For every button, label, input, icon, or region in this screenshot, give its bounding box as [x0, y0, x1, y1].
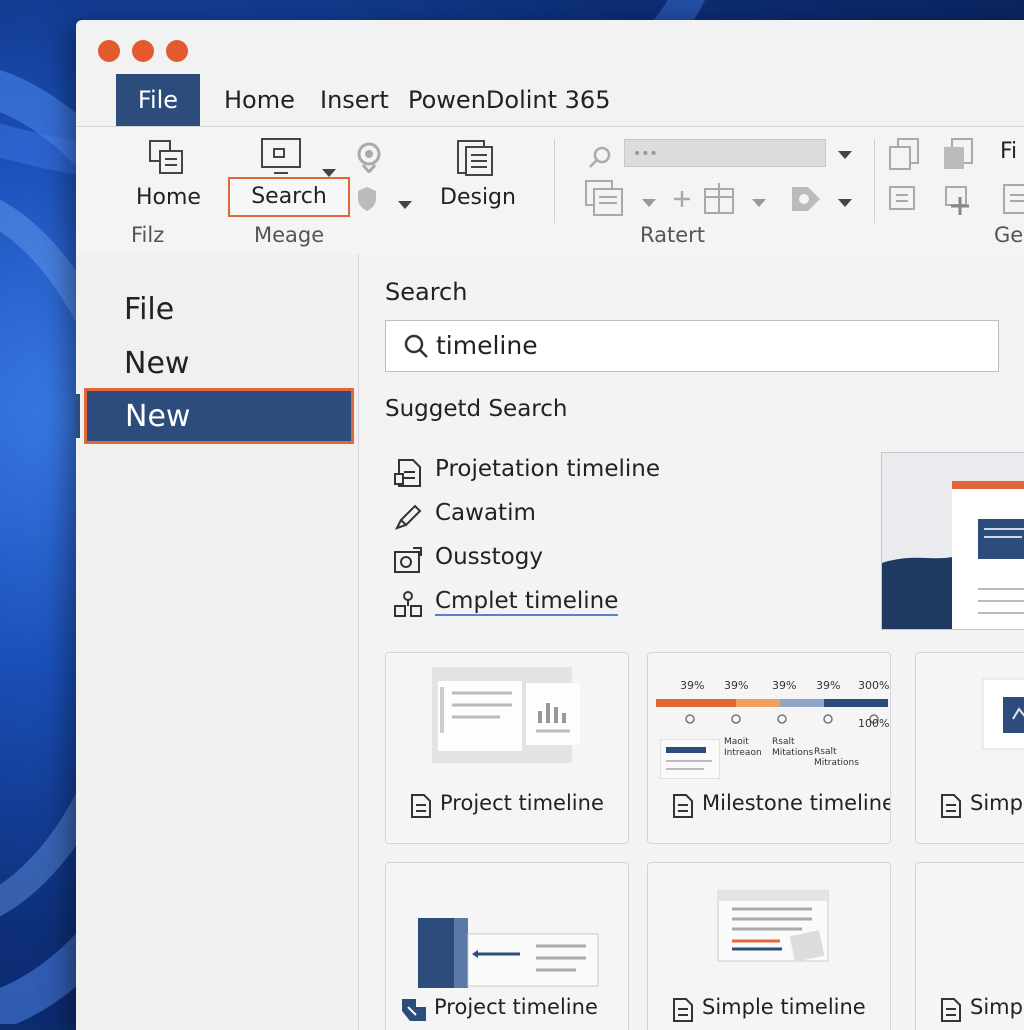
shape-icon[interactable]: [788, 181, 824, 217]
ribbon-group-label: Filz: [131, 223, 165, 247]
milestone-note: Rsalt Mitations: [772, 737, 814, 758]
milestone-percent: 39%: [772, 679, 797, 692]
ribbon-divider: [554, 139, 555, 223]
shield-icon[interactable]: [356, 185, 378, 213]
location-icon[interactable]: [354, 141, 384, 173]
pencil-icon: [395, 504, 422, 530]
ribbon-group-label: Ratert: [640, 223, 706, 247]
document-icon: [941, 794, 961, 818]
milestone-percent: 300%: [858, 679, 890, 692]
screen-icon[interactable]: [260, 137, 302, 177]
ribbon: Home Search Filz Meage Design ••• Ratert…: [76, 126, 1024, 256]
suggestion-label: Cmplet timeline: [435, 588, 619, 616]
magnifier-icon[interactable]: [588, 145, 614, 171]
nav-item-new-selected[interactable]: New: [84, 388, 354, 444]
milestone-percent: 100%: [858, 717, 890, 730]
app-title: PowenDolint 365: [408, 86, 611, 114]
suggestion-label: Ousstogy: [435, 544, 543, 570]
design-button[interactable]: Design: [440, 185, 516, 210]
nav-selected-label: New: [125, 399, 191, 434]
app-window: File Home Insert PowenDolint 365 Home Se…: [76, 20, 1024, 1030]
chevron-down-icon[interactable]: [838, 199, 852, 207]
chevron-down-icon[interactable]: [322, 169, 336, 177]
media-icon: [394, 547, 422, 573]
template-thumbnail: [418, 918, 599, 988]
add-slide-icon[interactable]: [942, 183, 976, 217]
suggestion-label: Projetation timeline: [435, 456, 660, 482]
ribbon-text-field[interactable]: •••: [624, 139, 826, 167]
copy-icon[interactable]: [888, 137, 922, 171]
document-icon: [394, 459, 421, 487]
template-card-label: Milestone timeline: [702, 791, 891, 815]
template-card[interactable]: Project timeline: [385, 652, 629, 844]
template-card[interactable]: 39% 39% 39% 39% 300% 100% Maoit Intreaon…: [647, 652, 891, 844]
minimize-window-button[interactable]: [132, 40, 154, 62]
preview-image: [882, 453, 1024, 629]
plus-icon[interactable]: [672, 189, 692, 209]
document-icon: [941, 998, 961, 1022]
design-icon[interactable]: [456, 139, 494, 177]
template-thumbnail: [982, 678, 1024, 750]
template-card-label: Simpl: [970, 995, 1024, 1019]
backstage-nav: File New New: [76, 254, 359, 1030]
template-thumbnail: [930, 877, 1024, 985]
menu-insert[interactable]: Insert: [320, 74, 389, 126]
nav-item-file[interactable]: File: [124, 292, 174, 327]
chevron-down-icon[interactable]: [838, 151, 852, 159]
template-card[interactable]: Project timeline: [385, 862, 629, 1030]
new-presentation-panel: Search timeline Suggetd Search Projetati…: [359, 254, 1024, 1030]
search-icon: [404, 334, 428, 358]
template-card-label: Project timeline: [440, 791, 604, 815]
milestone-note: Rsalt Mitrations: [814, 747, 859, 768]
document-icon: [673, 794, 693, 818]
suggested-searches-heading: Suggetd Search: [385, 396, 568, 422]
ribbon-partial-label[interactable]: Fi: [1000, 139, 1017, 164]
document-icon: [411, 794, 431, 818]
list-icon[interactable]: [1002, 183, 1024, 217]
template-card[interactable]: Simple timeline: [647, 862, 891, 1030]
template-search-input[interactable]: timeline: [385, 320, 999, 372]
title-bar: [76, 20, 1024, 74]
search-heading: Search: [385, 278, 468, 306]
milestone-percent: 39%: [816, 679, 841, 692]
nav-item-new[interactable]: New: [124, 346, 189, 381]
table-icon[interactable]: [702, 181, 736, 217]
template-thumbnail: [717, 890, 829, 962]
suggestion-label: Cawatim: [435, 500, 536, 526]
chevron-down-icon[interactable]: [642, 199, 656, 207]
template-preview[interactable]: [881, 452, 1024, 630]
milestone-note: Maoit Intreaon: [724, 737, 762, 758]
document-list-icon[interactable]: [584, 179, 624, 217]
template-card-label: Project timeline: [434, 995, 598, 1019]
paste-icon[interactable]: [942, 137, 976, 171]
maximize-window-button[interactable]: [166, 40, 188, 62]
home-files-icon[interactable]: [148, 139, 186, 175]
home-button[interactable]: Home: [136, 185, 201, 210]
template-thumbnail: [432, 667, 580, 763]
ribbon-group-label: Meage: [254, 223, 325, 247]
template-card-label: Simple: [970, 791, 1024, 815]
template-card[interactable]: Simple: [915, 652, 1024, 844]
search-input-value: timeline: [436, 331, 538, 360]
milestone-percent: 39%: [680, 679, 705, 692]
close-window-button[interactable]: [98, 40, 120, 62]
nav-selection-marker: [76, 394, 80, 438]
chevron-down-icon[interactable]: [752, 199, 766, 207]
chevron-down-icon[interactable]: [398, 201, 412, 209]
ribbon-group-label: Ge: [994, 223, 1024, 247]
timeline-template-icon: [402, 999, 426, 1021]
document-icon: [673, 998, 693, 1022]
edit-document-icon[interactable]: [888, 183, 922, 217]
menu-home[interactable]: Home: [224, 74, 295, 126]
template-card[interactable]: Simpl: [915, 862, 1024, 1030]
org-chart-icon: [394, 591, 422, 617]
ribbon-divider: [874, 139, 875, 223]
template-card-label: Simple timeline: [702, 995, 866, 1019]
menu-bar: File Home Insert PowenDolint 365: [76, 74, 1024, 126]
milestone-thumbnail: [660, 739, 720, 779]
milestone-percent: 39%: [724, 679, 749, 692]
milestone-timeline-bar: [656, 699, 888, 724]
search-button[interactable]: Search: [228, 177, 350, 217]
menu-file[interactable]: File: [116, 74, 200, 126]
